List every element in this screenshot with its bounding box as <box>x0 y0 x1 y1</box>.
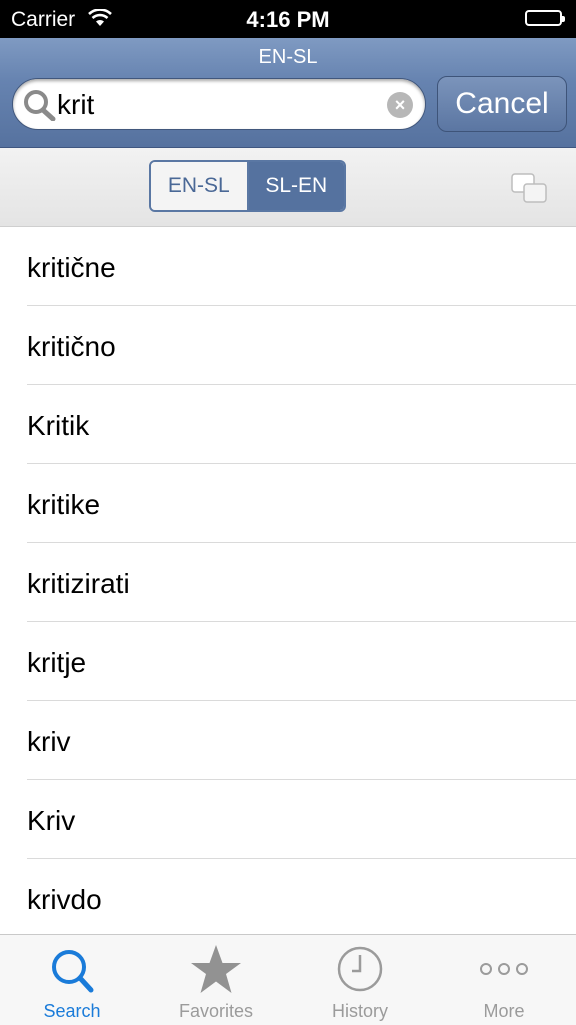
star-icon <box>144 943 288 999</box>
tab-label: Search <box>43 1001 101 1021</box>
search-icon <box>0 943 144 999</box>
list-item-label: kritike <box>27 489 101 520</box>
battery-icon <box>525 10 565 26</box>
search-query-text: krit <box>57 89 95 120</box>
list-item-label: kritično <box>27 331 116 362</box>
tab-search[interactable]: Search <box>0 935 144 1025</box>
tab-favorites[interactable]: Favorites <box>144 935 288 1025</box>
results-list: kritične kritično Kritik kritike kritizi… <box>0 227 576 938</box>
tab-label: Favorites <box>178 1001 254 1021</box>
list-item-label: Kriv <box>27 805 76 836</box>
list-item[interactable]: krivdo <box>27 859 576 938</box>
search-input[interactable]: krit × <box>12 78 426 130</box>
list-item-label: kritične <box>27 252 116 283</box>
segment-en-sl[interactable]: EN-SL <box>151 162 247 210</box>
list-item[interactable]: kritizirati <box>27 543 576 622</box>
tab-label: More <box>483 1001 525 1021</box>
list-item[interactable]: kritike <box>27 464 576 543</box>
tab-more[interactable]: More <box>432 935 576 1025</box>
list-item[interactable]: kritično <box>27 306 576 385</box>
list-item[interactable]: kriv <box>27 701 576 780</box>
search-icon <box>23 89 57 126</box>
more-dots-icon <box>432 943 576 999</box>
clock-time: 4:16 PM <box>246 7 330 32</box>
tab-history[interactable]: History <box>288 935 432 1025</box>
tab-label: History <box>331 1001 388 1021</box>
language-segmented-control: EN-SL SL-EN <box>149 160 346 212</box>
segment-sl-en[interactable]: SL-EN <box>246 162 344 210</box>
list-item-label: krivdo <box>27 884 102 915</box>
cancel-button[interactable]: Cancel <box>437 76 567 132</box>
clock-icon <box>288 943 432 999</box>
list-item[interactable]: kritične <box>27 227 576 306</box>
clear-icon[interactable]: × <box>387 92 413 118</box>
status-bar: Carrier 4:16 PM <box>0 0 576 38</box>
language-toolbar: EN-SL SL-EN <box>0 148 576 227</box>
nav-title: EN-SL <box>258 46 318 68</box>
list-item-label: kriv <box>27 726 71 757</box>
list-item-label: kritizirati <box>27 568 130 599</box>
swap-direction-icon[interactable] <box>510 172 550 211</box>
list-item[interactable]: Kritik <box>27 385 576 464</box>
list-item-label: Kritik <box>27 410 90 441</box>
navigation-bar: EN-SL krit × Cancel <box>0 38 576 148</box>
list-item-label: kritje <box>27 647 87 678</box>
tab-bar: Search Favorites History More <box>0 934 576 1025</box>
list-item[interactable]: Kriv <box>27 780 576 859</box>
list-item[interactable]: kritje <box>27 622 576 701</box>
